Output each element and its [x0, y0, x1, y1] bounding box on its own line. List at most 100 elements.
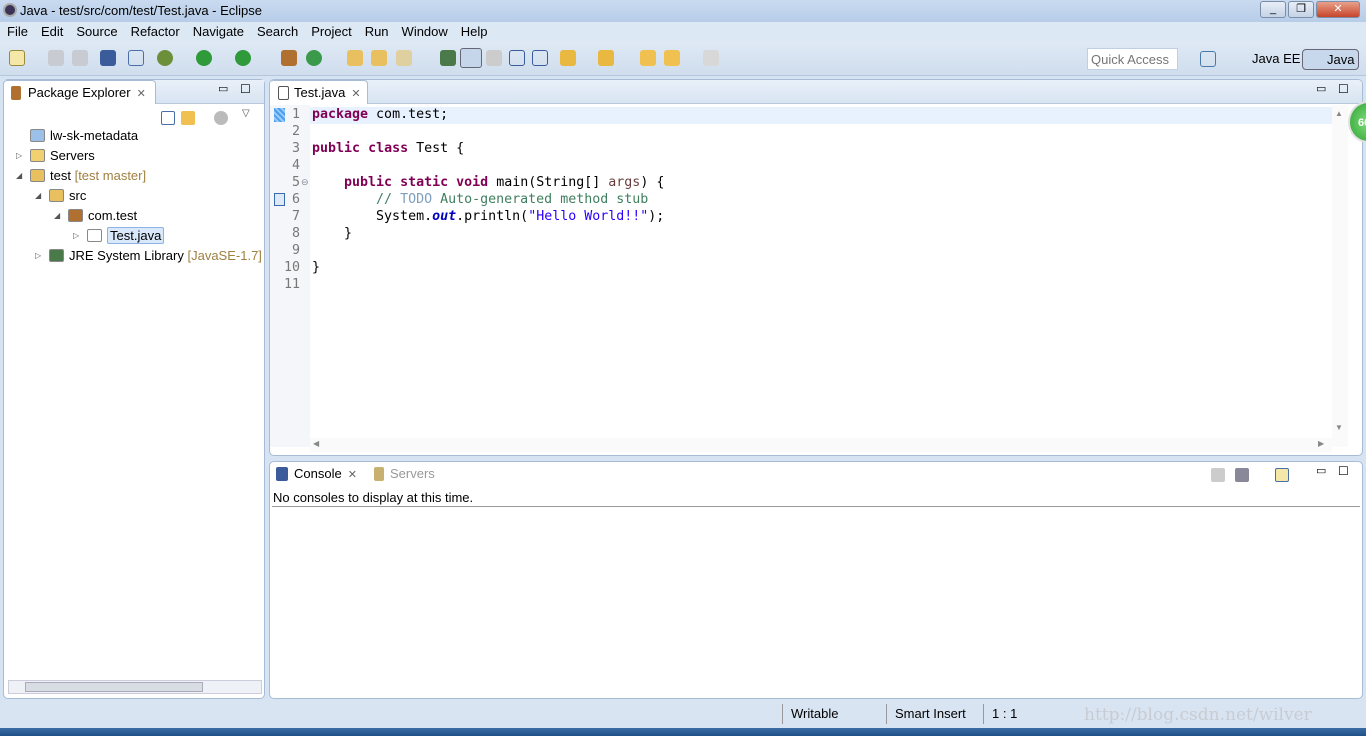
- minimize-button[interactable]: _: [1260, 1, 1286, 18]
- menu-edit[interactable]: Edit: [34, 22, 69, 42]
- menu-run[interactable]: Run: [358, 22, 395, 42]
- run-external-tools-icon[interactable]: [235, 50, 251, 66]
- tree-item-label: test: [50, 168, 71, 183]
- new-icon[interactable]: [9, 50, 25, 66]
- line-number: 3: [291, 141, 300, 156]
- title-bar: Java - test/src/com/test/Test.java - Ecl…: [0, 0, 1366, 22]
- minimize-editor-icon[interactable]: ▭: [1316, 82, 1326, 95]
- menu-file[interactable]: File: [0, 22, 34, 42]
- next-annotation-icon[interactable]: [440, 50, 456, 66]
- debug-icon[interactable]: [157, 50, 173, 66]
- tree-node-icon: [49, 249, 64, 262]
- display-console-icon[interactable]: [1235, 468, 1249, 482]
- code-token: public: [344, 175, 393, 190]
- tree-node-icon: [49, 189, 64, 202]
- tree-item[interactable]: ◢ src: [35, 188, 86, 203]
- console-icon: [276, 467, 288, 481]
- close-tab-icon[interactable]: ✕: [351, 88, 360, 100]
- tab-test-java[interactable]: Test.java ✕: [270, 80, 368, 104]
- scrollbar-thumb[interactable]: [25, 682, 203, 692]
- pilcrow-icon[interactable]: [532, 50, 548, 66]
- forward-icon[interactable]: [703, 50, 719, 66]
- open-console-icon[interactable]: [100, 50, 116, 66]
- tree-item[interactable]: ▷ Test.java: [73, 227, 165, 244]
- tree-item[interactable]: lw-sk-metadata: [30, 128, 138, 143]
- expand-arrow-icon[interactable]: ▷: [73, 231, 79, 240]
- menu-navigate[interactable]: Navigate: [186, 22, 250, 42]
- console-message: No consoles to display at this time.: [273, 490, 474, 505]
- expand-arrow-icon[interactable]: ▷: [16, 151, 22, 160]
- perspective-java-ee[interactable]: Java EE: [1228, 49, 1304, 70]
- maximize-editor-icon[interactable]: ☐: [1338, 82, 1349, 96]
- tab-console[interactable]: Console ✕: [274, 466, 357, 481]
- minimize-console-icon[interactable]: ▭: [1316, 464, 1326, 477]
- focus-on-task-icon[interactable]: [214, 111, 228, 125]
- line-number: 1: [291, 107, 300, 122]
- perspective-java[interactable]: Java: [1302, 49, 1360, 70]
- code-token: "Hello World!!": [528, 209, 649, 224]
- open-task-icon[interactable]: [371, 50, 387, 66]
- menu-help[interactable]: Help: [454, 22, 494, 42]
- fold-collapse-icon[interactable]: ⊖: [301, 177, 309, 188]
- menu-window[interactable]: Window: [395, 22, 454, 42]
- open-type-icon[interactable]: [347, 50, 363, 66]
- close-tab-icon[interactable]: ✕: [137, 88, 146, 100]
- run-icon[interactable]: [196, 50, 212, 66]
- menu-refactor[interactable]: Refactor: [124, 22, 186, 42]
- collapse-arrow-icon[interactable]: ◢: [16, 171, 22, 180]
- pin-console-icon[interactable]: [1211, 468, 1225, 482]
- maximize-button[interactable]: ❐: [1288, 1, 1314, 18]
- code-token: static: [400, 175, 449, 190]
- code-token: Test {: [408, 141, 465, 156]
- previous-annotation-icon[interactable]: [598, 50, 614, 66]
- last-edit-location-icon[interactable]: [640, 50, 656, 66]
- open-perspective-icon[interactable]: [1200, 51, 1216, 67]
- maximize-view-icon[interactable]: ☐: [240, 82, 251, 96]
- view-menu-icon[interactable]: ▽: [242, 108, 250, 119]
- save-all-icon[interactable]: [72, 50, 88, 66]
- line-numbers: 1 2 3 4 5 6 7 8 9 10 11: [280, 106, 300, 293]
- menu-source[interactable]: Source: [69, 22, 123, 42]
- quick-access-input[interactable]: [1087, 48, 1178, 70]
- block-selection-icon[interactable]: [486, 50, 502, 66]
- code-token: System.: [312, 209, 433, 224]
- tree-item[interactable]: ▷ JRE System Library [JavaSE-1.7]: [35, 248, 262, 263]
- menu-search[interactable]: Search: [250, 22, 304, 42]
- tab-package-explorer[interactable]: Package Explorer ✕: [3, 80, 156, 104]
- collapse-all-icon[interactable]: [161, 111, 175, 125]
- tree-node-icon: [30, 149, 45, 162]
- code-editor[interactable]: package com.test; public class Test { pub…: [312, 106, 664, 293]
- minimize-view-icon[interactable]: ▭: [218, 82, 228, 95]
- expand-arrow-icon[interactable]: ▷: [35, 251, 41, 260]
- collapse-arrow-icon[interactable]: ◢: [35, 191, 41, 200]
- link-with-editor-icon[interactable]: [181, 111, 195, 125]
- horizontal-scrollbar[interactable]: [8, 680, 262, 694]
- line-number: 4: [291, 158, 300, 173]
- close-button[interactable]: ✕: [1316, 1, 1360, 18]
- new-package-icon[interactable]: [281, 50, 297, 66]
- tree-item[interactable]: ◢ com.test: [54, 208, 137, 223]
- line-number: 7: [291, 209, 300, 224]
- next-annotation-arrow-icon[interactable]: [560, 50, 576, 66]
- back-icon[interactable]: [664, 50, 680, 66]
- maximize-console-icon[interactable]: ☐: [1338, 464, 1349, 478]
- tree-item[interactable]: ▷ Servers: [16, 148, 95, 163]
- horizontal-scrollbar[interactable]: ◀ ▶: [310, 438, 1332, 452]
- new-class-icon[interactable]: [306, 50, 322, 66]
- vertical-scrollbar[interactable]: ▲ ▼: [1332, 105, 1348, 447]
- collapse-arrow-icon[interactable]: ◢: [54, 211, 60, 220]
- close-tab-icon[interactable]: ✕: [348, 469, 357, 481]
- open-console-icon[interactable]: [1275, 468, 1289, 482]
- skip-breakpoints-icon[interactable]: [128, 50, 144, 66]
- code-line: package com.test;: [312, 106, 664, 123]
- tree-item[interactable]: ◢ test [test master]: [16, 168, 146, 183]
- code-token: args: [608, 175, 641, 190]
- show-whitespace-icon[interactable]: [509, 50, 525, 66]
- tab-servers[interactable]: Servers: [372, 466, 435, 481]
- menu-project[interactable]: Project: [304, 22, 357, 42]
- toggle-mark-occurrences-icon[interactable]: [460, 48, 482, 68]
- search-icon[interactable]: [396, 50, 412, 66]
- save-icon[interactable]: [48, 50, 64, 66]
